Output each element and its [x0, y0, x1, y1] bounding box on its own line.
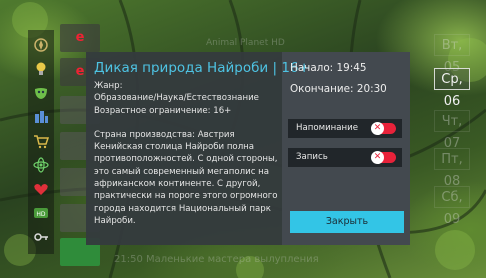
cart-icon[interactable] — [32, 132, 50, 150]
end-time: Окончание: 20:30 — [290, 83, 387, 95]
mask-icon[interactable] — [32, 84, 50, 102]
date-item-selected[interactable]: Ср, 06 — [434, 68, 470, 109]
record-toggle-row[interactable]: Запись ✕ — [288, 148, 402, 167]
key-icon[interactable] — [32, 228, 50, 246]
date-item[interactable]: Сб, 09 — [434, 186, 470, 227]
genre-value: Образование/Наука/Естествознание — [94, 93, 259, 104]
lightbulb-icon[interactable] — [32, 60, 50, 78]
record-label: Запись — [296, 152, 328, 162]
record-switch[interactable]: ✕ — [371, 151, 396, 164]
reminder-switch[interactable]: ✕ — [371, 122, 396, 135]
heart-icon[interactable] — [32, 180, 50, 198]
reminder-label: Напоминание — [296, 123, 359, 133]
close-icon: ✕ — [371, 151, 384, 164]
start-time: Начало: 19:45 — [290, 62, 367, 74]
channel-logo[interactable]: e — [60, 24, 100, 52]
program-info: Дикая природа Найроби | 16+ Жанр: Образо… — [94, 60, 310, 227]
date-item[interactable]: Пт, 08 — [434, 148, 470, 189]
atom-icon[interactable] — [32, 156, 50, 174]
svg-text:HD: HD — [36, 211, 46, 218]
background-program-text: 21:50 Маленькие мастера вылупления — [114, 254, 319, 265]
date-item[interactable]: Чт, 07 — [434, 110, 470, 151]
program-description: Кенийская столица Найроби полна противоп… — [94, 142, 278, 226]
reminder-toggle-row[interactable]: Напоминание ✕ — [288, 119, 402, 138]
date-item[interactable]: Вт, 05 — [434, 34, 470, 75]
close-button[interactable]: Закрыть — [290, 211, 404, 233]
genre-label: Жанр: — [94, 81, 123, 91]
background-channel-name: Animal Planet HD — [206, 38, 285, 48]
grid-icon[interactable] — [32, 108, 50, 126]
age-rating: Возрастное ограничение: 16+ — [94, 105, 232, 116]
country: Страна производства: Австрия — [94, 129, 235, 140]
menu-rail: HD — [28, 30, 54, 254]
hd-icon[interactable]: HD — [32, 204, 50, 222]
compass-icon[interactable] — [32, 36, 50, 54]
close-icon: ✕ — [371, 122, 384, 135]
program-title: Дикая природа Найроби | 16+ — [94, 60, 310, 76]
